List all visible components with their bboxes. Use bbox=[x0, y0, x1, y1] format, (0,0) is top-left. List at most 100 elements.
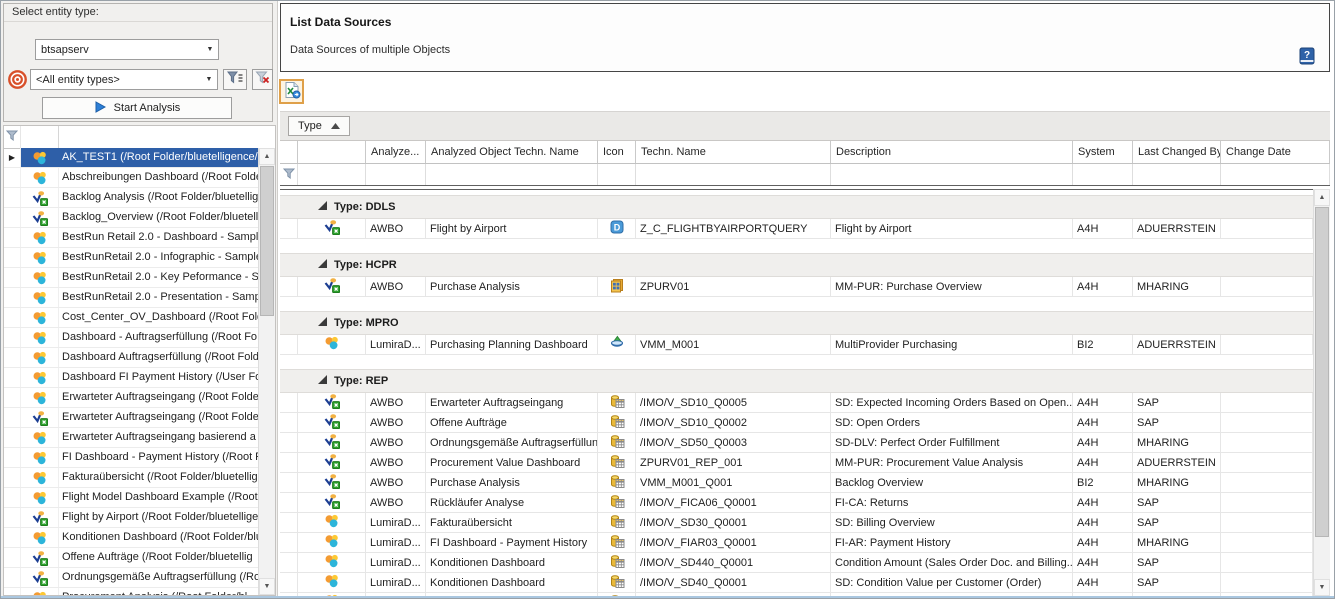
scroll-thumb[interactable] bbox=[260, 166, 274, 316]
list-item[interactable]: Konditionen Dashboard (/Root Folder/blu bbox=[4, 528, 258, 548]
list-item[interactable]: BestRunRetail 2.0 - Infographic - Sample bbox=[4, 248, 258, 268]
filter-settings-button[interactable] bbox=[223, 69, 247, 90]
table-row[interactable]: LumiraD...Purchasing Planning DashboardV… bbox=[280, 335, 1313, 355]
list-item[interactable]: Flight Model Dashboard Example (/Root bbox=[4, 488, 258, 508]
list-item[interactable]: Abschreibungen Dashboard (/Root Folde bbox=[4, 168, 258, 188]
column-header-icon[interactable]: Icon bbox=[598, 141, 636, 163]
export-excel-button[interactable] bbox=[279, 79, 304, 104]
cell-change-date bbox=[1221, 473, 1313, 492]
table-row[interactable]: AWBOFlight by AirportDZ_C_FLIGHTBYAIRPOR… bbox=[280, 219, 1313, 239]
start-analysis-button[interactable]: Start Analysis bbox=[42, 97, 232, 119]
list-filter-cell[interactable] bbox=[4, 126, 21, 148]
group-row[interactable]: Type: HCPR bbox=[280, 253, 1313, 277]
list-item[interactable]: ▶AK_TEST1 (/Root Folder/bluetelligence/S bbox=[4, 148, 258, 168]
table-row[interactable]: AWBOProcurement Value DashboardZPURV01_R… bbox=[280, 453, 1313, 473]
list-item[interactable]: Dashboard - Auftragserfüllung (/Root Fo bbox=[4, 328, 258, 348]
scroll-down-button[interactable]: ▼ bbox=[259, 578, 275, 595]
column-header-analyze[interactable]: Analyze... bbox=[366, 141, 426, 163]
list-item[interactable]: FI Dashboard - Payment History (/Root F bbox=[4, 448, 258, 468]
list-item[interactable]: Erwarteter Auftragseingang basierend a bbox=[4, 428, 258, 448]
table-row[interactable]: AWBOPurchase AnalysisVMM_M001_Q001Backlo… bbox=[280, 473, 1313, 493]
entity-type-dropdown[interactable]: <All entity types> ▼ bbox=[30, 69, 218, 90]
list-item[interactable]: Erwarteter Auftragseingang (/Root Folde bbox=[4, 408, 258, 428]
filter-cell[interactable] bbox=[1133, 164, 1221, 185]
list-item[interactable]: Dashboard FI Payment History (/User Fo bbox=[4, 368, 258, 388]
list-icon-column-header[interactable] bbox=[21, 126, 59, 148]
column-header-techn-name[interactable]: Techn. Name bbox=[636, 141, 831, 163]
list-item[interactable]: Backlog Analysis (/Root Folder/bluetelli… bbox=[4, 188, 258, 208]
table-row[interactable]: LumiraD...Konditionen Dashboard/IMO/V_SD… bbox=[280, 573, 1313, 593]
cell-row-indicator bbox=[280, 473, 298, 492]
lumira-doc-icon bbox=[324, 533, 340, 552]
group-expanded-icon[interactable] bbox=[318, 259, 327, 271]
scroll-up-button[interactable]: ▲ bbox=[1314, 189, 1330, 206]
table-row[interactable]: AWBOOffene Aufträge/IMO/V_SD10_Q0002SD: … bbox=[280, 413, 1313, 433]
analysis-workbook-icon bbox=[324, 433, 340, 452]
filter-row-indicator[interactable] bbox=[280, 164, 298, 185]
scroll-down-button[interactable]: ▼ bbox=[1314, 579, 1330, 596]
list-item[interactable]: Dashboard Auftragserfüllung (/Root Fold bbox=[4, 348, 258, 368]
list-item-label: FI Dashboard - Payment History (/Root F bbox=[59, 448, 258, 467]
scroll-thumb[interactable] bbox=[1315, 207, 1329, 537]
cell-techn-name: ZPURV01 bbox=[636, 277, 831, 296]
table-row[interactable]: LumiraD...Fakturaübersicht/IMO/V_SD30_Q0… bbox=[280, 513, 1313, 533]
filter-cell[interactable] bbox=[831, 164, 1073, 185]
list-item[interactable]: BestRunRetail 2.0 - Key Peformance - Sa bbox=[4, 268, 258, 288]
list-item[interactable]: Procurement Analysis (/Root Folder/bl bbox=[4, 588, 258, 595]
table-row[interactable]: AWBORückläufer Analyse/IMO/V_FICA06_Q000… bbox=[280, 493, 1313, 513]
column-header-blank[interactable] bbox=[280, 141, 298, 163]
list-item[interactable]: Fakturaübersicht (/Root Folder/bluetelli… bbox=[4, 468, 258, 488]
table-row[interactable]: AWBOPurchase AnalysisZPURV01MM-PUR: Purc… bbox=[280, 277, 1313, 297]
cell-analyzer: LumiraD... bbox=[366, 335, 426, 354]
filter-cell[interactable] bbox=[426, 164, 598, 185]
table-row[interactable]: AWBOOrdnungsgemäße Auftragserfüllung/IMO… bbox=[280, 433, 1313, 453]
group-expanded-icon[interactable] bbox=[318, 201, 327, 213]
filter-cell[interactable] bbox=[366, 164, 426, 185]
object-list-scrollbar[interactable]: ▲ ▼ bbox=[258, 148, 275, 595]
cell-change-date bbox=[1221, 533, 1313, 552]
cell-analyzer: AWBO bbox=[366, 433, 426, 452]
column-header-change-date[interactable]: Change Date bbox=[1221, 141, 1330, 163]
group-row[interactable]: Type: MPRO bbox=[280, 311, 1313, 335]
table-row[interactable]: LumiraD...Konditionen Dashboard/IMO/V_SD… bbox=[280, 553, 1313, 573]
table-row[interactable]: LumiraD...FI Dashboard - Payment History… bbox=[280, 533, 1313, 553]
grid-scrollbar[interactable]: ▲ ▼ bbox=[1313, 189, 1330, 596]
column-header-analyzed-object-techn-name[interactable]: Analyzed Object Techn. Name bbox=[426, 141, 598, 163]
cell-row-indicator bbox=[280, 277, 298, 296]
group-row[interactable]: Type: REP bbox=[280, 369, 1313, 393]
group-expanded-icon[interactable] bbox=[318, 375, 327, 387]
list-item[interactable]: Offene Aufträge (/Root Folder/bluetellig bbox=[4, 548, 258, 568]
list-item[interactable]: BestRun Retail 2.0 - Dashboard - Sample bbox=[4, 228, 258, 248]
clear-filter-button[interactable] bbox=[252, 69, 273, 90]
column-header-system[interactable]: System bbox=[1073, 141, 1133, 163]
filter-cell[interactable] bbox=[1221, 164, 1330, 185]
filter-cell[interactable] bbox=[1073, 164, 1133, 185]
filter-cell[interactable] bbox=[298, 164, 366, 185]
filter-cell[interactable] bbox=[636, 164, 831, 185]
list-item[interactable]: Backlog_Overview (/Root Folder/bluetell bbox=[4, 208, 258, 228]
column-header-blank[interactable] bbox=[298, 141, 366, 163]
row-indicator bbox=[4, 408, 21, 427]
list-item[interactable]: Erwarteter Auftragseingang (/Root Folde bbox=[4, 388, 258, 408]
group-row[interactable]: Type: DDLS bbox=[280, 195, 1313, 219]
analysis-workbook-icon bbox=[324, 473, 340, 492]
object-list: ▶AK_TEST1 (/Root Folder/bluetelligence/S… bbox=[3, 125, 276, 596]
connection-dropdown[interactable]: btsapserv ▼ bbox=[35, 39, 219, 60]
group-chip-type[interactable]: Type bbox=[288, 116, 350, 136]
filter-cell[interactable] bbox=[598, 164, 636, 185]
list-item[interactable]: BestRunRetail 2.0 - Presentation - Samp bbox=[4, 288, 258, 308]
list-item-label: BestRun Retail 2.0 - Dashboard - Sample bbox=[59, 228, 258, 247]
list-item[interactable]: Ordnungsgemäße Auftragserfüllung (/Ro bbox=[4, 568, 258, 588]
list-name-column-header[interactable] bbox=[59, 126, 275, 148]
help-book-icon[interactable]: ? bbox=[1297, 46, 1317, 66]
table-row[interactable]: AWBOErwarteter Auftragseingang/IMO/V_SD1… bbox=[280, 393, 1313, 413]
column-header-last-changed-by[interactable]: Last Changed By bbox=[1133, 141, 1221, 163]
list-item[interactable]: Cost_Center_OV_Dashboard (/Root Fold bbox=[4, 308, 258, 328]
scroll-up-button[interactable]: ▲ bbox=[259, 148, 275, 165]
column-header-description[interactable]: Description bbox=[831, 141, 1073, 163]
group-expanded-icon[interactable] bbox=[318, 317, 327, 329]
list-item[interactable]: Flight by Airport (/Root Folder/bluetell… bbox=[4, 508, 258, 528]
cell-analyzer: LumiraD... bbox=[366, 513, 426, 532]
cell-type-icon bbox=[598, 473, 636, 492]
svg-text:?: ? bbox=[1304, 50, 1310, 61]
